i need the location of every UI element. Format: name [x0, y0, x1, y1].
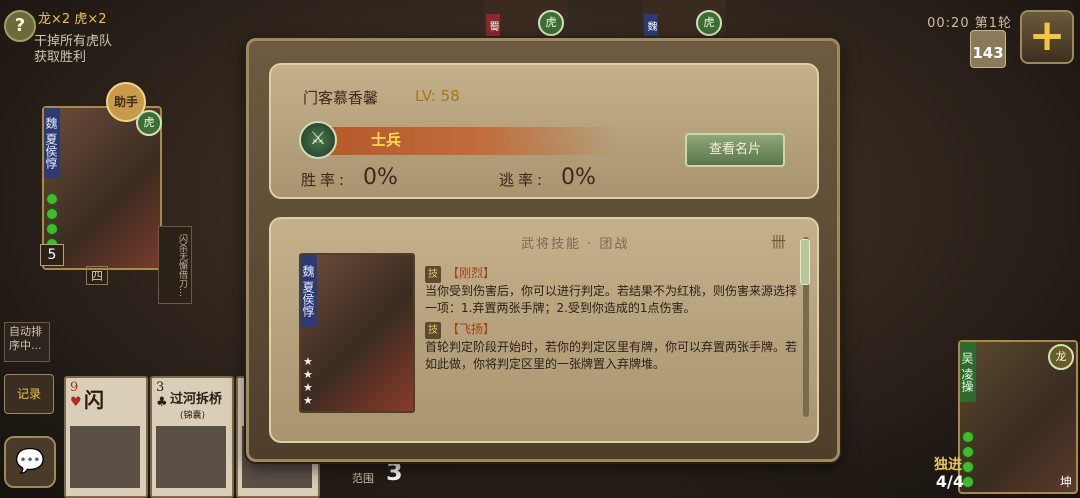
hand-card-2-rank: 3 ♣ [156, 380, 168, 410]
skill-1-tag: 技 [425, 266, 441, 283]
objective-line-2: 获取胜利 [34, 50, 87, 65]
record-button[interactable]: 记录 [4, 374, 54, 414]
skill-2-tag: 技 [425, 322, 441, 339]
skill-1-name: 【刚烈】 [447, 266, 496, 280]
dragon-label: 龙 [38, 12, 52, 27]
scroll-icon: 卌 [771, 233, 787, 251]
range-value: 3 [386, 458, 403, 486]
hand-card-1-name: 闪 [84, 388, 104, 412]
top-player-2[interactable]: 魏 虎 [642, 0, 726, 42]
star-icon: ★ [303, 355, 313, 368]
player-name: 门客慕香馨 [303, 89, 379, 107]
objective-text: 干掉所有虎队 获取胜利 [34, 34, 154, 66]
range-label: 范围 [352, 472, 374, 485]
skill-panel[interactable]: 武将技能 · 团战 卌 魏 夏侯惇 ★ ★ ★ ★ 技【刚烈】 当你受到伤害后，… [269, 217, 819, 443]
star-icon: ★ [303, 381, 313, 394]
left-hand-count: 5 [40, 244, 64, 266]
left-hero-kingdom: 魏 夏侯惇 [44, 108, 60, 178]
objective-line-1: 干掉所有虎队 [34, 34, 113, 49]
skill-scroll-thumb[interactable] [800, 239, 810, 285]
skill-2-desc: 首轮判定阶段开始时，若你的判定区里有牌，你可以弃置两张手牌。若如此做，你将判定区… [425, 340, 798, 371]
skill-1-header: 技【刚烈】 [425, 265, 799, 283]
win-rate-label: 胜率: [301, 171, 349, 189]
hand-card-1-art [70, 426, 140, 488]
hand-card-2-name: 过河拆桥 [170, 392, 223, 407]
round-timer: 00:20 第1轮 [927, 16, 1012, 31]
win-rate-value: 0% [363, 165, 398, 190]
dragon-count: ×2 [51, 12, 71, 27]
lone-advance-label: 独进 [934, 457, 962, 473]
skill-2-header: 技【飞扬】 [425, 321, 799, 339]
hero-portrait: 魏 夏侯惇 ★ ★ ★ ★ [299, 253, 415, 413]
skill-2-name: 【飞扬】 [447, 322, 496, 336]
deck-count: 143 [970, 30, 1006, 68]
right-hero-card[interactable]: 吴 凌操 龙 坤 [958, 340, 1078, 494]
skill-list: 技【刚烈】 当你受到伤害后，你可以进行判定。若结果不为红桃，则伤害来源选择一项：… [425, 263, 799, 373]
escape-rate-value: 0% [561, 165, 596, 190]
left-tiger-badge: 虎 [136, 110, 162, 136]
top-player-2-badge: 虎 [696, 10, 722, 36]
player-level: LV: 58 [415, 87, 460, 105]
hand-card-1[interactable]: 9 ♥ 闪 [64, 376, 148, 498]
tiger-count: ×2 [87, 12, 107, 27]
rank-title: 士兵 [371, 131, 402, 149]
hand-card-1-rank: 9 ♥ [70, 380, 82, 410]
view-card-button[interactable]: 查看名片 [685, 133, 785, 167]
star-icon: ★ [303, 394, 313, 407]
right-side-label: 坤 [1059, 475, 1072, 489]
skill-1-desc: 当你受到伤害后，你可以进行判定。若结果不为红桃，则伤害来源选择一项：1.弃置两张… [425, 284, 798, 315]
right-deck-count: 4/4 [935, 472, 964, 491]
star-icon: ★ [303, 368, 313, 381]
hand-card-2[interactable]: 3 ♣ 过河拆桥 (锦囊) [150, 376, 234, 498]
right-hero-kingdom: 吴 凌操 [960, 342, 976, 402]
skill-section-title: 武将技能 · 团战 [521, 237, 630, 252]
hand-card-2-art [156, 426, 226, 488]
player-info-dialog: 门客慕香馨 LV: 58 ⚔ 士兵 查看名片 胜率: 0% 逃率: 0% 武将技… [246, 38, 840, 462]
top-player-1-kingdom: 蜀 [486, 14, 500, 38]
seat-number: 四 [86, 266, 109, 285]
team-count: 龙×2 虎×2 [38, 8, 107, 27]
escape-rate-label: 逃率: [499, 171, 547, 189]
player-summary-panel: 门客慕香馨 LV: 58 ⚔ 士兵 查看名片 胜率: 0% 逃率: 0% [269, 63, 819, 199]
auto-sort-status[interactable]: 自动排序中... [4, 322, 50, 362]
plus-button[interactable]: + [1020, 10, 1074, 64]
help-button[interactable]: ? [4, 10, 36, 42]
chat-icon[interactable]: 💬 [4, 436, 56, 488]
sword-rank-icon: ⚔ [299, 121, 337, 159]
flash-note[interactable]: 闪杀无懈借刀… [158, 226, 192, 304]
top-player-1-badge: 虎 [538, 10, 564, 36]
hero-stars: ★ ★ ★ ★ [303, 355, 317, 407]
hand-card-2-sub: (锦囊) [180, 411, 206, 421]
tiger-label: 虎 [74, 12, 88, 27]
top-player-1[interactable]: 蜀 虎 [484, 0, 568, 42]
hero-kingdom: 魏 夏侯惇 [301, 255, 317, 327]
top-player-2-kingdom: 魏 [644, 14, 658, 38]
right-dragon-badge: 龙 [1048, 344, 1074, 370]
